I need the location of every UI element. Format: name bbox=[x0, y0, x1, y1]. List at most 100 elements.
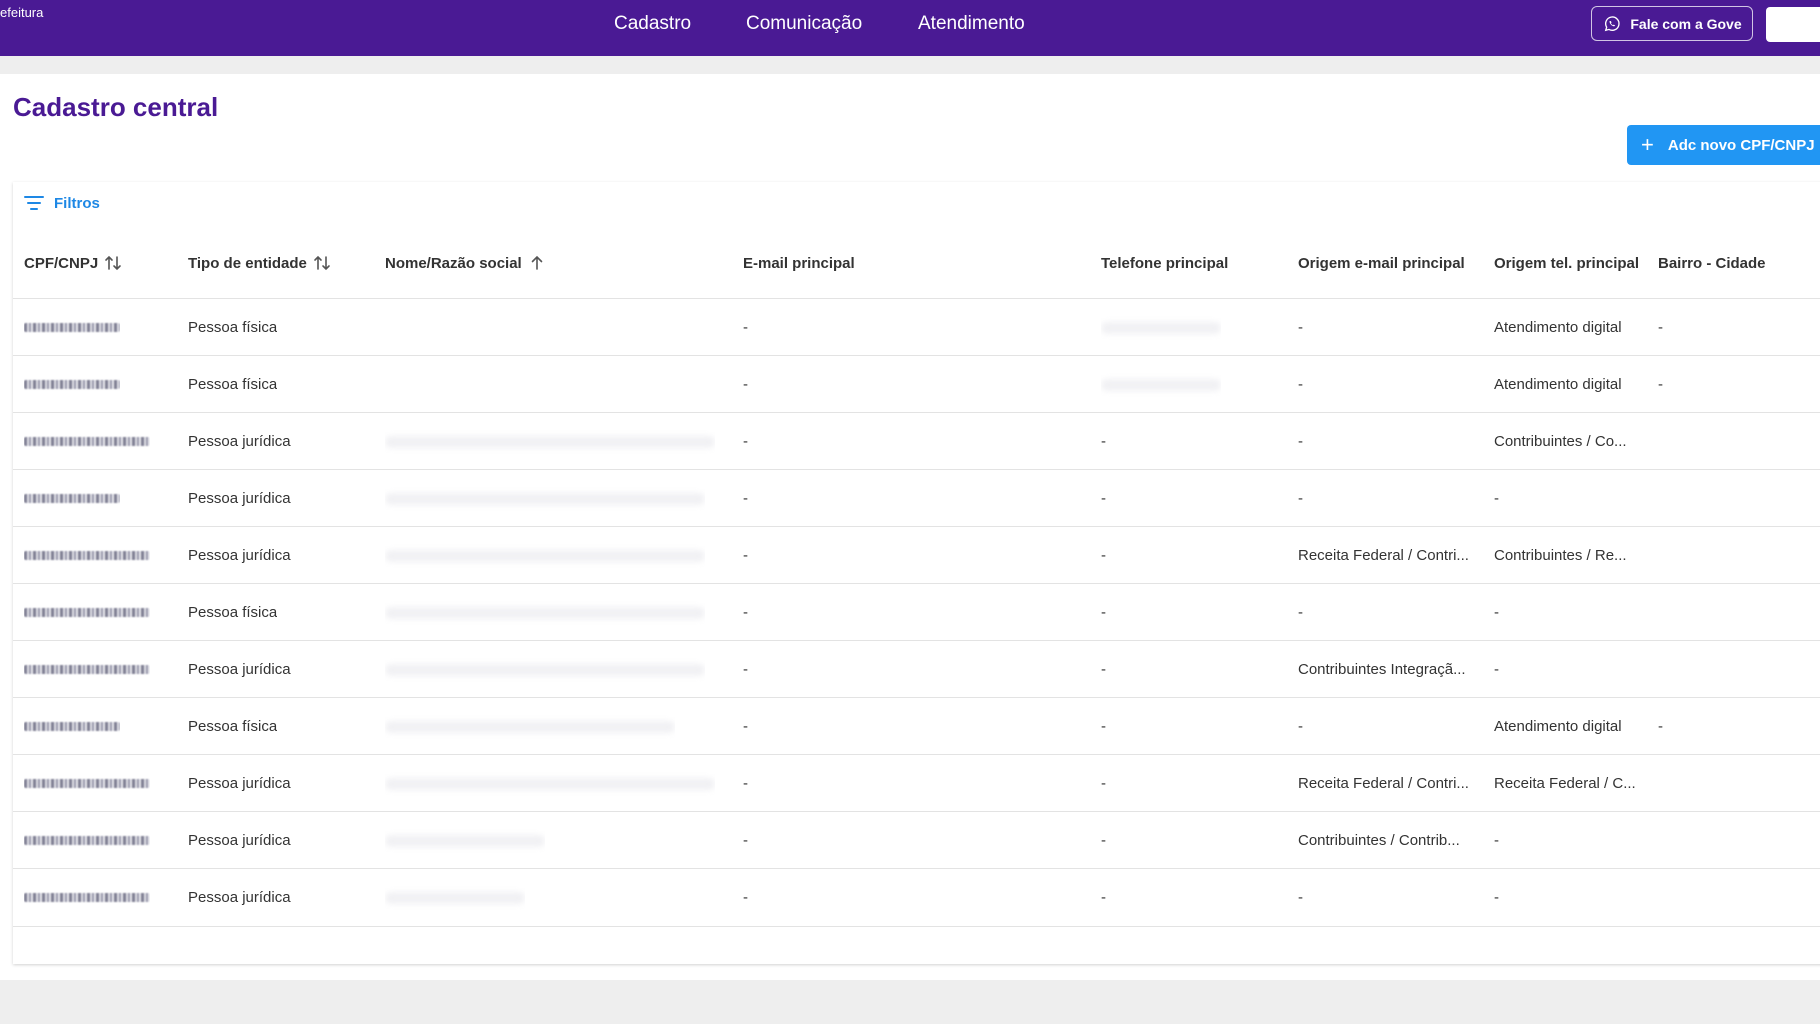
nav-cadastro[interactable]: Cadastro bbox=[614, 0, 691, 48]
redacted-phone bbox=[1101, 321, 1221, 334]
filter-icon bbox=[24, 196, 44, 210]
table-row[interactable]: Pessoa jurídica - - Contribuintes / Contrib… bbox=[13, 811, 1820, 869]
cell-telefone: - bbox=[1101, 490, 1106, 507]
cell-origem-tel: - bbox=[1494, 604, 1499, 621]
redacted-cpf bbox=[24, 665, 150, 674]
cell-email: - bbox=[743, 718, 748, 735]
cell-origem-email: - bbox=[1298, 718, 1303, 735]
table-row[interactable]: Pessoa física - - - - bbox=[13, 583, 1820, 641]
redacted-cpf bbox=[24, 323, 120, 332]
table-row[interactable]: Pessoa física - - Atendimento digital - bbox=[13, 298, 1820, 356]
column-header-email[interactable]: E-mail principal bbox=[743, 243, 855, 283]
sort-icon[interactable] bbox=[104, 254, 122, 272]
cell-telefone: - bbox=[1101, 832, 1106, 849]
cell-origem-tel: - bbox=[1494, 832, 1499, 849]
cell-nome bbox=[385, 755, 715, 812]
table-row[interactable]: Pessoa jurídica - - - - bbox=[13, 868, 1820, 927]
column-header-telefone[interactable]: Telefone principal bbox=[1101, 243, 1228, 283]
column-header-cpf[interactable]: CPF/CNPJ bbox=[24, 243, 122, 283]
cell-origem-email: - bbox=[1298, 889, 1303, 906]
add-cpf-cnpj-button[interactable]: + Adc novo CPF/CNPJ bbox=[1627, 125, 1820, 165]
cell-cpf-cnpj bbox=[24, 755, 150, 812]
table-row[interactable]: Pessoa jurídica - - Contribuintes Integraçã… bbox=[13, 640, 1820, 698]
cell-email: - bbox=[743, 832, 748, 849]
cell-cpf-cnpj bbox=[24, 641, 150, 698]
column-header-origem-tel[interactable]: Origem tel. principal bbox=[1494, 243, 1639, 283]
cell-email: - bbox=[743, 319, 748, 336]
cell-origem-email: - bbox=[1298, 319, 1303, 336]
table-row[interactable]: Pessoa jurídica - - Receita Federal / Contr… bbox=[13, 754, 1820, 812]
column-header-bairro[interactable]: Bairro - Cidade bbox=[1658, 243, 1766, 283]
cell-nome bbox=[385, 869, 525, 926]
cell-origem-email: - bbox=[1298, 604, 1303, 621]
redacted-cpf bbox=[24, 779, 150, 788]
cell-cpf-cnpj bbox=[24, 698, 120, 755]
redacted-name bbox=[385, 834, 545, 847]
page-title: Cadastro central bbox=[13, 92, 219, 122]
cell-bairro-cidade: - bbox=[1658, 319, 1663, 336]
cell-origem-tel: Contribuintes / Re... bbox=[1494, 547, 1627, 564]
cell-tipo-entidade: Pessoa jurídica bbox=[188, 547, 291, 564]
redacted-name bbox=[385, 435, 715, 448]
brand-name[interactable]: efeitura bbox=[0, 5, 43, 20]
column-header-nome[interactable]: Nome/Razão social bbox=[385, 243, 546, 283]
filters-label: Filtros bbox=[54, 194, 100, 212]
cell-telefone: - bbox=[1101, 604, 1106, 621]
cell-email: - bbox=[743, 604, 748, 621]
cell-cpf-cnpj bbox=[24, 413, 150, 470]
cell-origem-tel: - bbox=[1494, 661, 1499, 678]
cell-bairro-cidade: - bbox=[1658, 718, 1663, 735]
add-cpf-cnpj-label: Adc novo CPF/CNPJ bbox=[1667, 136, 1815, 154]
redacted-name bbox=[385, 891, 525, 904]
cell-origem-email: - bbox=[1298, 490, 1303, 507]
redacted-cpf bbox=[24, 893, 150, 902]
nav-atendimento[interactable]: Atendimento bbox=[918, 0, 1025, 48]
redacted-name bbox=[385, 777, 715, 790]
redacted-name bbox=[385, 663, 705, 676]
cell-tipo-entidade: Pessoa física bbox=[188, 319, 278, 336]
cell-origem-email: Contribuintes / Contrib... bbox=[1298, 832, 1460, 849]
table-row[interactable]: Pessoa física - - - Atendimento digital - bbox=[13, 697, 1820, 755]
cell-email: - bbox=[743, 376, 748, 393]
records-table: Filtros CPF/CNPJ Tipo de entidade Nome/R… bbox=[13, 182, 1820, 964]
table-row[interactable]: Pessoa jurídica - - - - bbox=[13, 469, 1820, 527]
sort-icon[interactable] bbox=[313, 254, 331, 272]
cell-nome bbox=[385, 413, 715, 470]
cell-origem-email: Receita Federal / Contri... bbox=[1298, 547, 1469, 564]
cell-email: - bbox=[743, 433, 748, 450]
redacted-cpf bbox=[24, 608, 150, 617]
column-header-tipo-label: Tipo de entidade bbox=[188, 254, 307, 272]
cell-origem-tel: Contribuintes / Co... bbox=[1494, 433, 1627, 450]
user-menu-box[interactable] bbox=[1766, 7, 1820, 42]
cell-origem-tel: Atendimento digital bbox=[1494, 718, 1622, 735]
redacted-name bbox=[385, 720, 675, 733]
column-header-tipo[interactable]: Tipo de entidade bbox=[188, 243, 331, 283]
cell-origem-tel: Atendimento digital bbox=[1494, 376, 1622, 393]
cell-tipo-entidade: Pessoa física bbox=[188, 718, 278, 735]
cell-tipo-entidade: Pessoa jurídica bbox=[188, 433, 291, 450]
redacted-cpf bbox=[24, 836, 150, 845]
table-row[interactable]: Pessoa jurídica - - - Contribuintes / Co... bbox=[13, 412, 1820, 470]
cell-cpf-cnpj bbox=[24, 869, 150, 926]
whatsapp-icon bbox=[1605, 15, 1620, 31]
cell-origem-email: - bbox=[1298, 376, 1303, 393]
cell-nome bbox=[385, 470, 705, 527]
cell-tipo-entidade: Pessoa jurídica bbox=[188, 775, 291, 792]
table-row[interactable]: Pessoa jurídica - - Receita Federal / Contr… bbox=[13, 526, 1820, 584]
cell-email: - bbox=[743, 661, 748, 678]
table-row[interactable]: Pessoa física - - Atendimento digital - bbox=[13, 355, 1820, 413]
cell-origem-tel: - bbox=[1494, 490, 1499, 507]
talk-to-gove-button[interactable]: Fale com a Gove bbox=[1591, 6, 1753, 41]
arrow-up-icon[interactable] bbox=[528, 254, 546, 272]
cell-telefone: - bbox=[1101, 547, 1106, 564]
cell-origem-email: Contribuintes Integraçã... bbox=[1298, 661, 1466, 678]
cell-cpf-cnpj bbox=[24, 470, 120, 527]
cell-origem-email: Receita Federal / Contri... bbox=[1298, 775, 1469, 792]
nav-comunicacao[interactable]: Comunicação bbox=[746, 0, 862, 48]
redacted-name bbox=[385, 549, 705, 562]
column-header-cpf-label: CPF/CNPJ bbox=[24, 254, 99, 272]
filters-button[interactable]: Filtros bbox=[23, 194, 100, 212]
cell-nome bbox=[385, 584, 705, 641]
cell-telefone: - bbox=[1101, 718, 1106, 735]
column-header-origem-email[interactable]: Origem e-mail principal bbox=[1298, 243, 1465, 283]
